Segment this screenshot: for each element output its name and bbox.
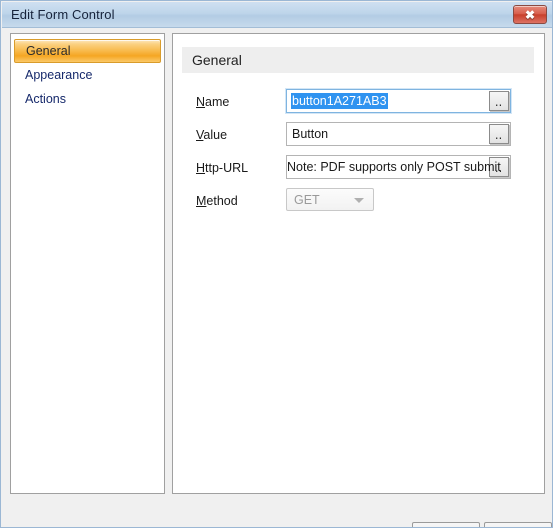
http-url-label-accel: H (196, 161, 206, 175)
general-panel: General Name button1A271AB3 ‥ Value Butt… (172, 33, 545, 494)
edit-form-control-dialog: Edit Form Control ✖ General Appearance A… (0, 0, 553, 528)
value-row: Value Button ‥ (173, 122, 544, 155)
sidebar-item-general[interactable]: General (14, 39, 161, 63)
method-select[interactable]: GET (286, 188, 374, 211)
name-label-rest: ame (205, 95, 230, 109)
panel-header: General (182, 47, 534, 73)
ellipsis-icon: ‥ (494, 130, 504, 142)
sidebar: General Appearance Actions (10, 33, 165, 494)
cancel-button[interactable]: Cancel (484, 522, 552, 527)
name-input[interactable] (286, 89, 511, 113)
name-label: Name (196, 95, 229, 109)
close-button[interactable]: ✖ (513, 5, 547, 24)
sidebar-item-label: Actions (25, 92, 66, 106)
http-url-label: Http-URL (196, 161, 248, 175)
window-title: Edit Form Control (11, 7, 115, 22)
title-bar: Edit Form Control ✖ (2, 2, 552, 28)
ellipsis-icon: ‥ (494, 97, 504, 109)
name-label-accel: N (196, 95, 206, 109)
chevron-down-icon (354, 198, 364, 203)
value-field-wrap: Button ‥ (286, 122, 511, 146)
submit-note: Note: PDF supports only POST submit (287, 160, 501, 174)
close-icon: ✖ (524, 7, 536, 22)
panel-title: General (192, 52, 242, 68)
name-browse-button[interactable]: ‥ (489, 91, 509, 111)
ok-button[interactable]: OK (412, 522, 480, 527)
value-label: Value (196, 128, 227, 142)
sidebar-item-actions[interactable]: Actions (11, 87, 164, 111)
value-label-rest: alue (203, 128, 228, 142)
form-fields: Name button1A271AB3 ‥ Value Button ‥ Htt… (173, 89, 544, 221)
http-url-label-rest: ttp-URL (205, 161, 249, 175)
sidebar-item-label: Appearance (25, 68, 93, 82)
method-label-rest: ethod (206, 194, 238, 208)
dialog-body: General Appearance Actions General Name (2, 28, 552, 527)
name-field-wrap: button1A271AB3 ‥ (286, 89, 511, 113)
name-row: Name button1A271AB3 ‥ (173, 89, 544, 122)
method-label-accel: M (196, 194, 207, 208)
method-label: Method (196, 194, 238, 208)
method-select-value: GET (294, 193, 320, 207)
sidebar-item-appearance[interactable]: Appearance (11, 63, 164, 87)
sidebar-item-label: General (26, 44, 71, 58)
value-input[interactable] (286, 122, 511, 146)
method-row: Method GET (173, 188, 544, 221)
value-browse-button[interactable]: ‥ (489, 124, 509, 144)
